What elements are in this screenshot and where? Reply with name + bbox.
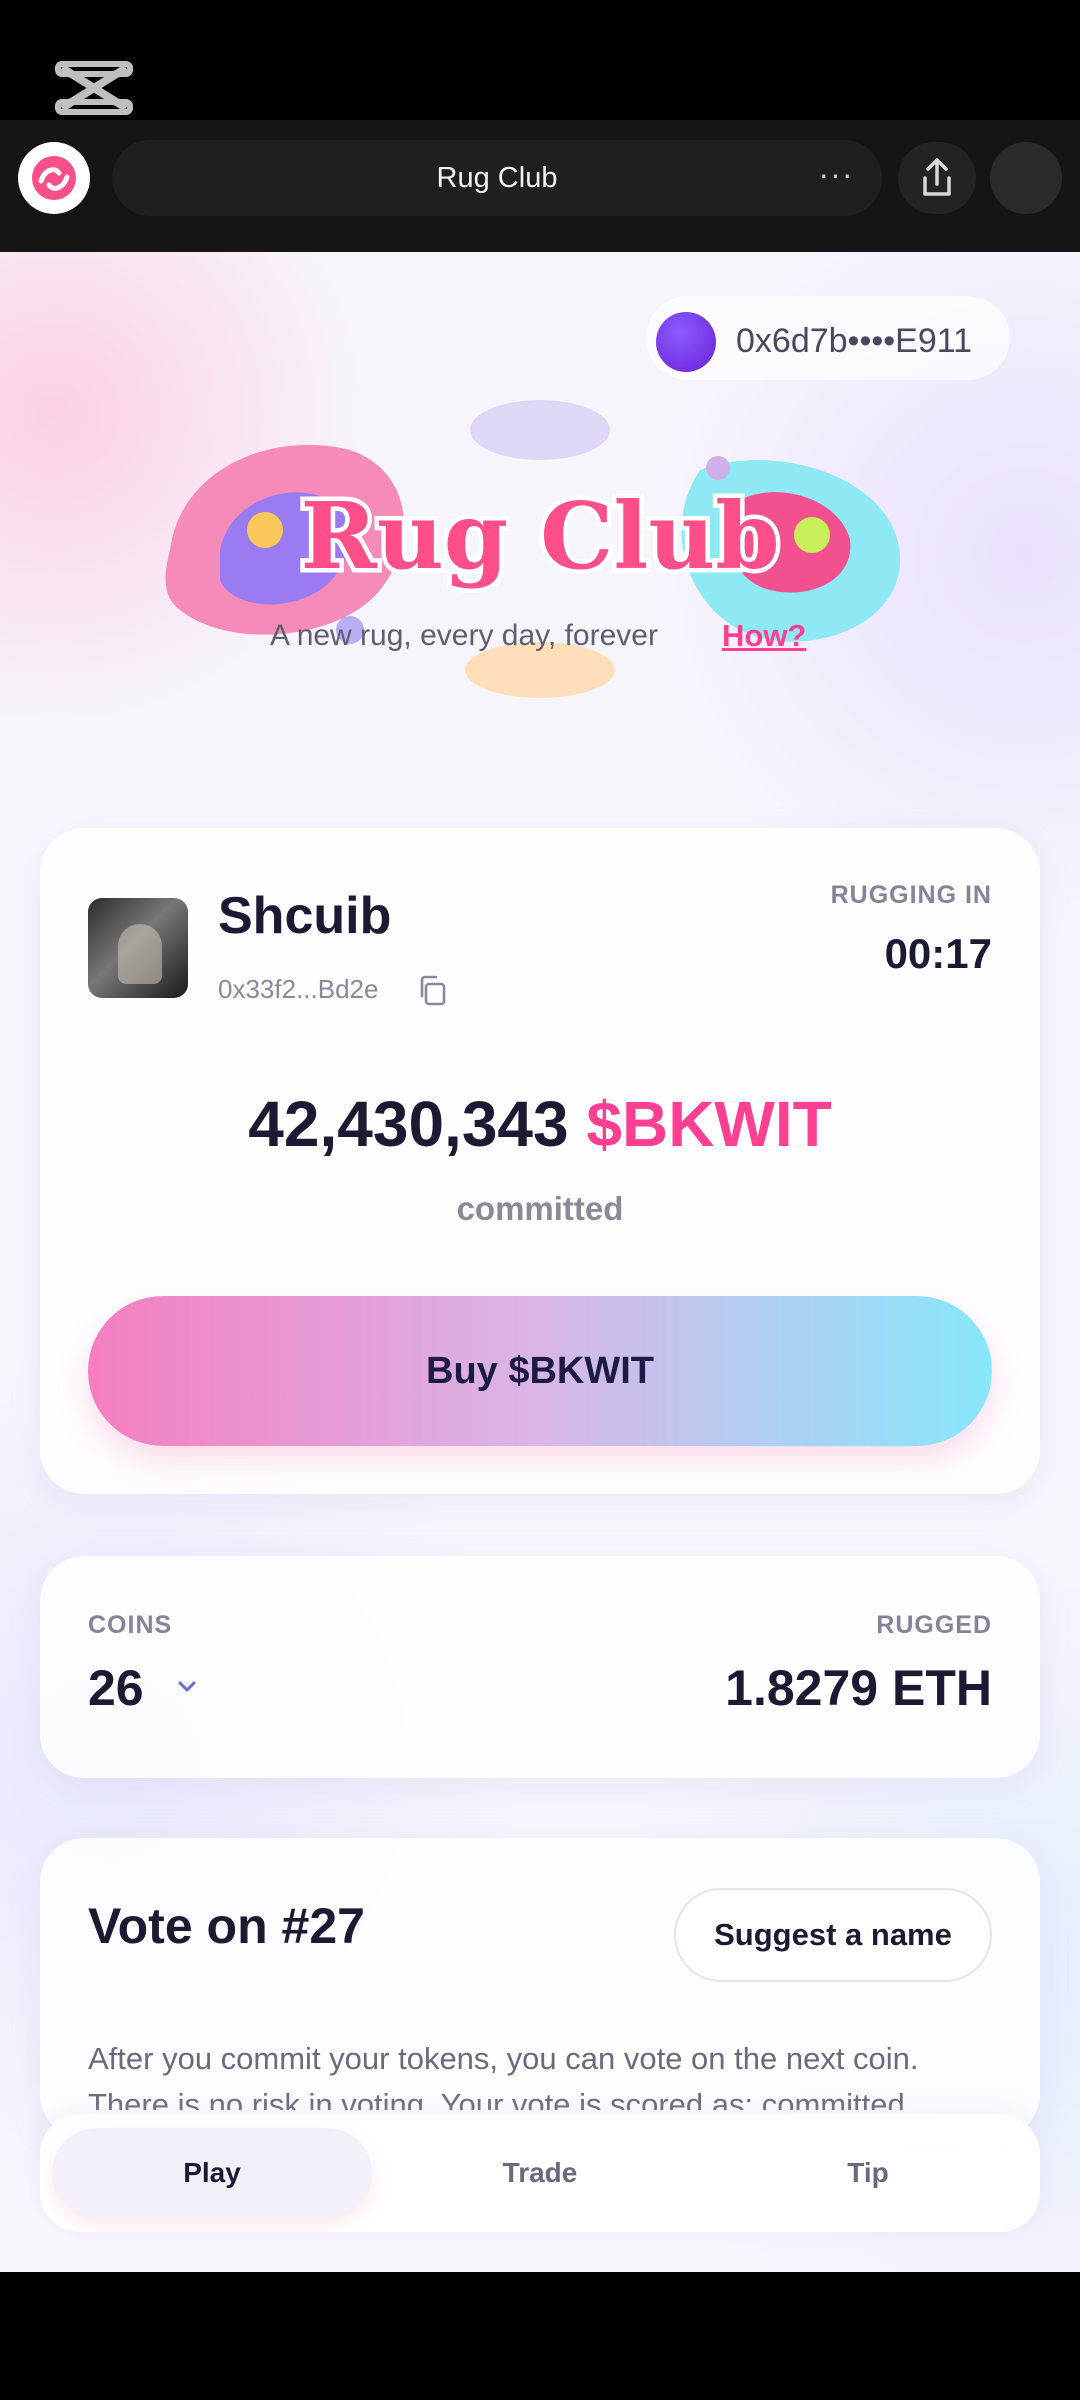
rugged-label: RUGGED [876,1611,992,1639]
vote-title: Vote on #27 [88,1898,365,1954]
chevron-down-icon[interactable] [172,1672,202,1702]
page-title-tab[interactable]: Rug Club [112,140,882,216]
rug-club-logo: Rug Club [165,400,900,698]
wallet-avatar [656,312,716,372]
vote-description: After you commit your tokens, you can vo… [88,2041,919,2110]
system-nav-bar [0,2272,1080,2400]
committed-amount-line: 42,430,343 $BKWIT [40,1086,1040,1162]
rugged-value: 1.8279 ETH [725,1660,992,1716]
rug-club-favicon-icon[interactable] [18,142,90,214]
tagline: A new rug, every day, forever [270,619,658,652]
rug-countdown: 00:17 [884,930,992,977]
token-name: Shcuib [218,887,392,945]
how-link[interactable]: How? [722,616,806,656]
token-avatar [88,898,188,998]
share-button[interactable] [898,142,976,214]
token-ticker: $BKWIT [586,1088,832,1160]
committed-amount: 42,430,343 [248,1088,569,1160]
tab-tip[interactable]: Tip [708,2128,1028,2218]
wallet-address: 0x6d7b••••E911 [736,322,973,360]
buy-token-button[interactable]: Buy $BKWIT [88,1296,992,1446]
committed-label: committed [456,1190,624,1227]
profile-button[interactable] [990,142,1062,214]
share-icon [923,158,951,196]
more-menu-icon[interactable]: ··· [810,152,862,204]
coins-label: COINS [88,1611,173,1639]
logo-text: Rug Club [300,482,779,590]
suggest-name-button[interactable]: Suggest a name [674,1888,992,1982]
tab-play[interactable]: Play [52,2128,372,2218]
coins-value[interactable]: 26 [88,1658,144,1718]
capcut-icon [55,61,133,115]
token-address: 0x33f2...Bd2e [218,974,379,1004]
copy-icon[interactable] [414,972,450,1008]
rugging-in-label: RUGGING IN [830,881,992,909]
status-bar [0,0,1080,120]
tab-trade[interactable]: Trade [380,2128,700,2218]
